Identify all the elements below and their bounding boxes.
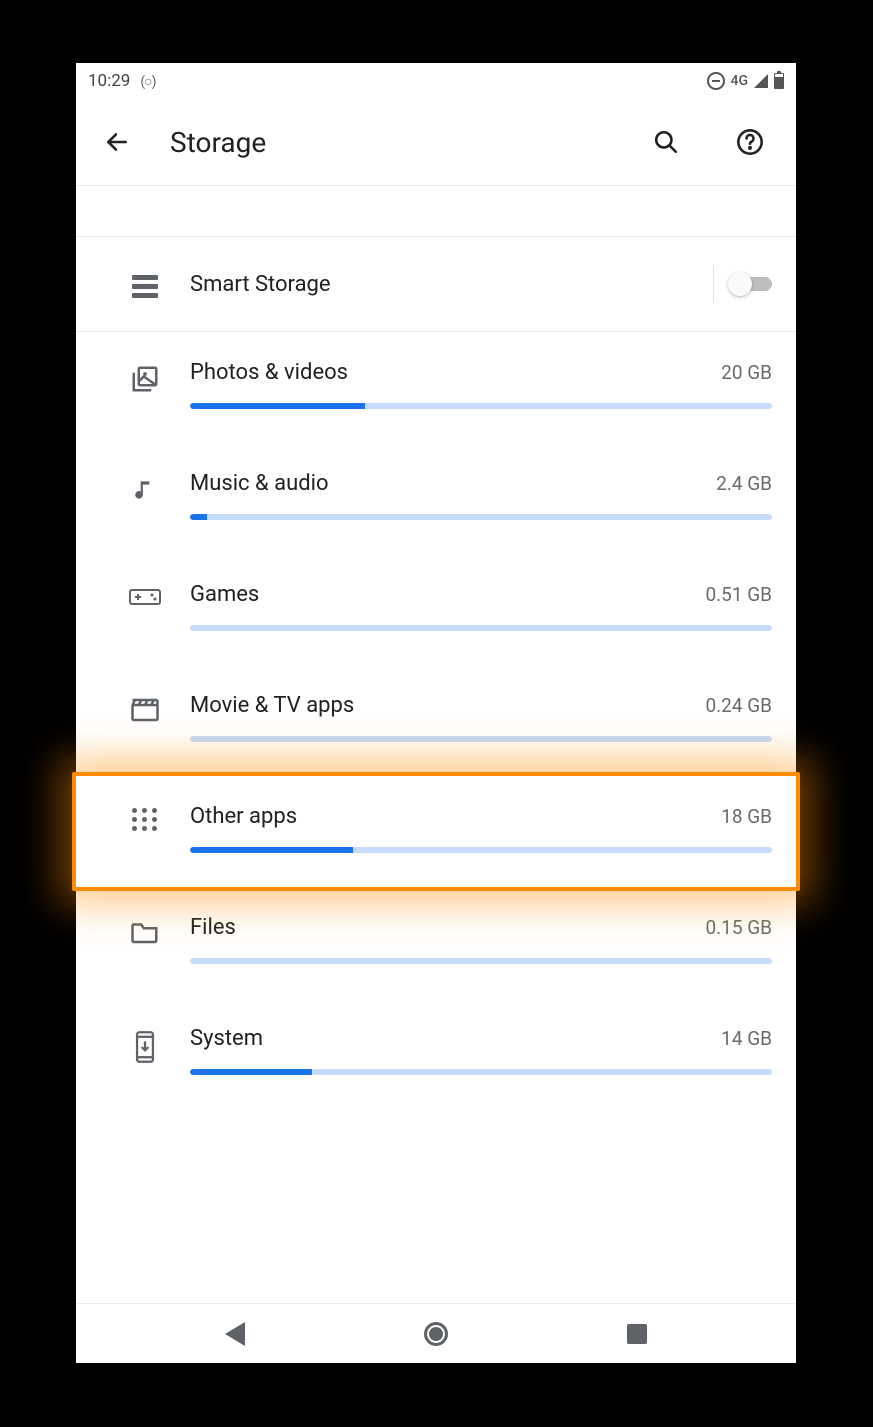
storage-bars-icon xyxy=(132,275,158,298)
page-title: Storage xyxy=(170,126,604,159)
arrow-left-icon xyxy=(104,129,130,155)
status-right: 4G xyxy=(707,72,785,90)
usage-bar xyxy=(190,1069,772,1075)
gamepad-icon xyxy=(128,586,162,608)
spacer xyxy=(76,186,796,236)
clapperboard-icon xyxy=(130,697,160,723)
nav-recent-button[interactable] xyxy=(627,1324,647,1344)
category-value: 18 GB xyxy=(721,805,772,828)
app-bar: Storage xyxy=(76,99,796,185)
square-recent-icon xyxy=(627,1324,647,1344)
nav-back-button[interactable] xyxy=(225,1322,245,1346)
vertical-divider xyxy=(713,265,714,303)
navigation-bar xyxy=(76,1303,796,1363)
back-button[interactable] xyxy=(104,129,130,155)
category-system[interactable]: System 14 GB xyxy=(76,998,796,1109)
category-value: 2.4 GB xyxy=(716,472,772,495)
status-left: 10:29 (○) xyxy=(88,71,155,91)
category-label: Files xyxy=(190,915,236,940)
music-icon xyxy=(100,471,190,505)
help-button[interactable] xyxy=(728,128,772,156)
circle-home-icon xyxy=(424,1322,448,1346)
triangle-back-icon xyxy=(225,1322,245,1346)
category-games[interactable]: Games 0.51 GB xyxy=(76,554,796,665)
category-label: System xyxy=(190,1026,263,1051)
apps-grid-icon xyxy=(132,808,158,831)
usage-bar xyxy=(190,847,772,853)
movie-icon xyxy=(100,693,190,723)
apps-icon xyxy=(100,804,190,831)
battery-icon xyxy=(774,73,784,89)
device-frame: 10:29 (○) 4G Storage xyxy=(76,63,796,1363)
system-icon xyxy=(100,1026,190,1064)
do-not-disturb-icon xyxy=(707,72,725,90)
usage-bar xyxy=(190,958,772,964)
category-value: 0.24 GB xyxy=(705,694,772,717)
category-other-apps[interactable]: Other apps 18 GB xyxy=(76,776,796,887)
hotspot-icon: (○) xyxy=(140,73,155,90)
category-movietv[interactable]: Movie & TV apps 0.24 GB xyxy=(76,665,796,776)
smart-storage-label: Smart Storage xyxy=(190,272,699,297)
category-label: Music & audio xyxy=(190,471,329,496)
category-label: Other apps xyxy=(190,804,297,829)
usage-bar xyxy=(190,736,772,742)
smart-storage-toggle[interactable] xyxy=(728,270,776,298)
usage-bar xyxy=(190,625,772,631)
usage-bar xyxy=(190,514,772,520)
category-value: 0.15 GB xyxy=(705,916,772,939)
search-icon xyxy=(653,129,679,155)
category-music[interactable]: Music & audio 2.4 GB xyxy=(76,443,796,554)
category-label: Photos & videos xyxy=(190,360,348,385)
category-files[interactable]: Files 0.15 GB xyxy=(76,887,796,998)
nav-home-button[interactable] xyxy=(424,1322,448,1346)
folder-icon xyxy=(130,919,160,945)
image-stack-icon xyxy=(130,364,160,394)
category-value: 14 GB xyxy=(721,1027,772,1050)
category-value: 0.51 GB xyxy=(705,583,772,606)
help-icon xyxy=(736,128,764,156)
category-photos[interactable]: Photos & videos 20 GB xyxy=(76,332,796,443)
games-icon xyxy=(100,582,190,608)
category-label: Games xyxy=(190,582,259,607)
category-label: Movie & TV apps xyxy=(190,693,354,718)
category-value: 20 GB xyxy=(721,361,772,384)
search-button[interactable] xyxy=(644,129,688,155)
status-bar: 10:29 (○) 4G xyxy=(76,63,796,99)
files-icon xyxy=(100,915,190,945)
status-time: 10:29 xyxy=(88,71,130,91)
usage-bar xyxy=(190,403,772,409)
music-note-icon xyxy=(132,475,158,505)
smart-storage-row[interactable]: Smart Storage xyxy=(76,236,796,332)
photos-icon xyxy=(100,360,190,394)
system-update-icon xyxy=(133,1030,157,1064)
signal-icon xyxy=(754,74,768,88)
storage-icon xyxy=(100,271,190,298)
network-type: 4G xyxy=(731,73,749,89)
